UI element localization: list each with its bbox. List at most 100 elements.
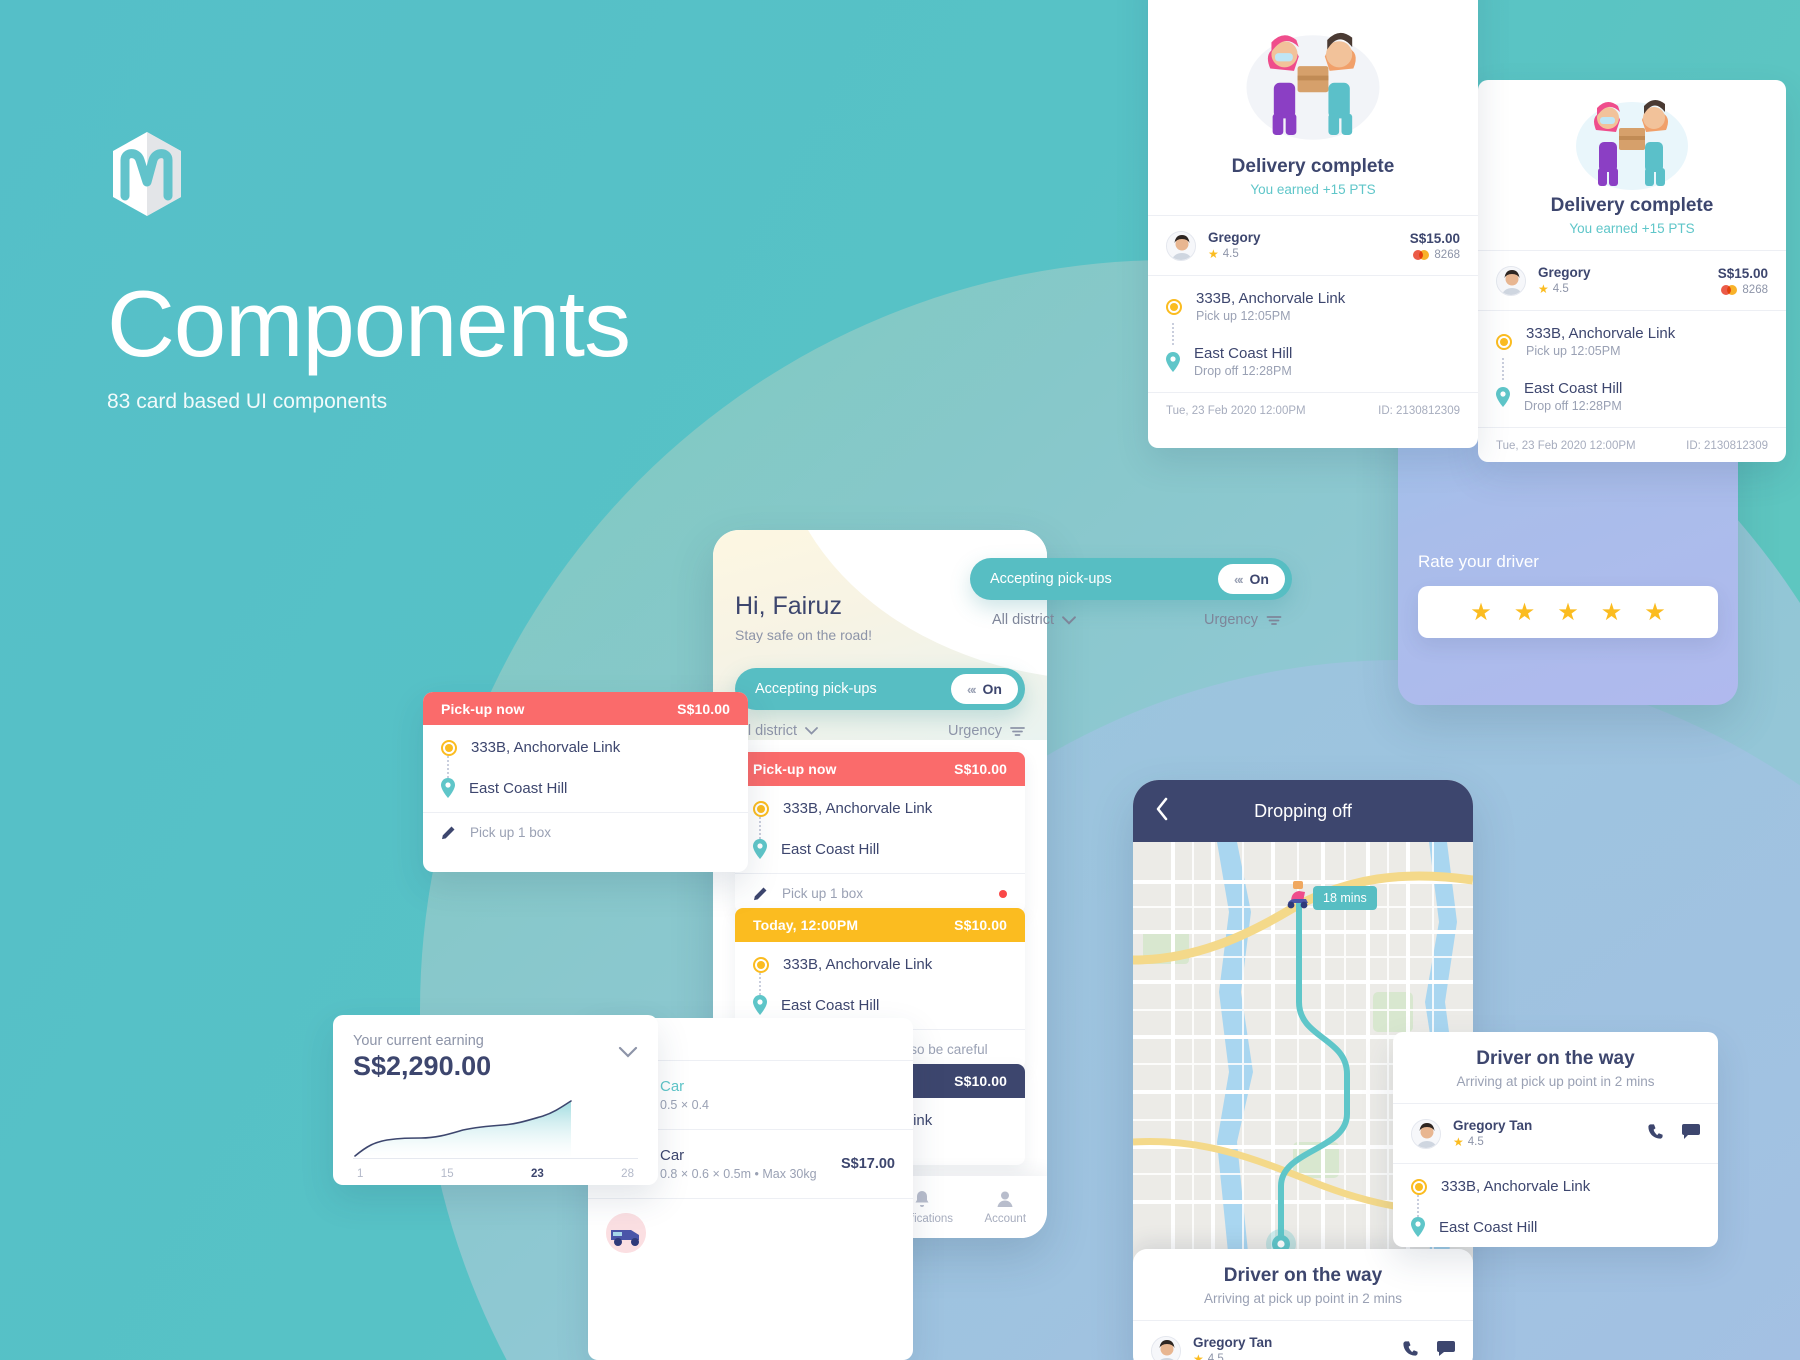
dropoff-address: East Coast Hill: [781, 996, 880, 1014]
dropping-off-navbar: Dropping off: [1133, 780, 1473, 842]
rate-driver-block: Rate your driver ★ ★ ★ ★ ★: [1418, 552, 1718, 638]
avatar: [1151, 1335, 1181, 1360]
pickup-address: 333B, Anchorvale Link: [471, 739, 621, 756]
driver-sheet-name: Gregory Tan: [1193, 1335, 1273, 1350]
route-dotted-line: [1172, 323, 1174, 345]
earnings-chart: [353, 1098, 638, 1160]
vehicle-spec: 0.5 × 0.4: [660, 1098, 709, 1112]
driver-summary-row[interactable]: Gregory ★ 4.5 S$15.00 8268: [1148, 216, 1478, 275]
delivery-illustration: [1148, 0, 1478, 156]
star-icon-3[interactable]: ★: [1557, 598, 1579, 627]
pickup-now-card[interactable]: Pick-up now S$10.00 333B, Anchorvale Lin…: [423, 692, 748, 872]
rating-value: 4.5: [1467, 1136, 1484, 1148]
driver-card-title: Driver on the way: [1476, 1048, 1635, 1069]
route-dotted-line: [447, 756, 449, 778]
alert-indicator-icon: [999, 889, 1007, 898]
driver-card-subtitle: Arriving at pick up point in 2 mins: [1456, 1074, 1655, 1089]
payment-method-secondary: 8268: [1718, 284, 1768, 296]
delivery-illustration-secondary: [1478, 80, 1786, 195]
trip-price: S$10.00: [954, 1073, 1007, 1089]
driver-card-rating: ★ 4.5: [1453, 1135, 1532, 1149]
rating-value: 4.5: [1552, 283, 1569, 295]
chat-icon[interactable]: [1437, 1340, 1455, 1360]
trip-amount-secondary: S$15.00: [1717, 265, 1768, 281]
phone-icon[interactable]: [1647, 1123, 1664, 1145]
star-icon: ★: [1453, 1135, 1464, 1149]
chevron-left-icon[interactable]: [1155, 797, 1169, 826]
star-icon-1[interactable]: ★: [1470, 598, 1492, 627]
pickup-dot-icon: [1496, 333, 1512, 350]
trip-id: ID: 2130812309: [1378, 405, 1460, 417]
toggle-state-label: On: [982, 681, 1002, 697]
card-last4: 8268: [1742, 283, 1768, 296]
pickup-dot-icon: [441, 739, 457, 756]
chevron-down-icon: [805, 727, 818, 735]
pencil-icon: [442, 826, 455, 840]
driver-sheet-title: Driver on the way: [1223, 1265, 1383, 1286]
star-icon-4[interactable]: ★: [1601, 598, 1623, 627]
chat-icon[interactable]: [1682, 1123, 1700, 1144]
eta-badge: 18 mins: [1313, 886, 1377, 910]
vehicle-row-3[interactable]: [588, 1199, 913, 1267]
pickup-now-header: Pick-up now S$10.00: [423, 692, 748, 725]
pickup-now-price: S$10.00: [677, 700, 730, 717]
route-summary: 333B, Anchorvale Link East Coast Hill: [423, 725, 748, 812]
route-summary: 333B, Anchorvale Link Pick up 12:05PM Ea…: [1148, 276, 1478, 392]
driver-on-the-way-card: Driver on the way Arriving at pick up po…: [1393, 1032, 1718, 1247]
delivery-complete-card-secondary: Delivery complete You earned +15 PTS Gre…: [1478, 80, 1786, 462]
chevron-left-double-icon: «‹: [1233, 571, 1243, 587]
driver-sheet-rating: ★ 4.5: [1193, 1352, 1272, 1360]
trip-price: S$10.00: [954, 761, 1007, 777]
star-icon: ★: [1208, 247, 1219, 261]
accepting-pickups-toggle[interactable]: Accepting pick-ups «‹ On: [735, 668, 1025, 710]
earnings-card[interactable]: Your current earning S$2,290.00 1 15 23 …: [333, 1015, 658, 1185]
earnings-area-chart: [353, 1100, 638, 1159]
earnings-expand-button[interactable]: [618, 1033, 638, 1063]
star-icon-5[interactable]: ★: [1644, 598, 1666, 627]
dropoff-pin-icon: [753, 995, 767, 1015]
scooter-marker-icon: [1285, 880, 1311, 910]
floating-toggle-label: Accepting pick-ups: [990, 571, 1112, 587]
phone-icon[interactable]: [1402, 1340, 1419, 1360]
rating-value: 4.5: [1207, 1353, 1224, 1360]
trip-card-now[interactable]: Pick-up now S$10.00 333B, Anchorvale Lin…: [735, 752, 1025, 913]
trip-header-label: Pick-up now: [753, 761, 837, 777]
hero-subtitle: 83 card based UI components: [107, 389, 388, 413]
dropoff-pin-icon: [753, 839, 767, 859]
trip-header-label: Today, 12:00PM: [753, 917, 859, 933]
trip-date-secondary: Tue, 23 Feb 2020 12:00PM: [1496, 440, 1636, 452]
star-icon-2[interactable]: ★: [1514, 598, 1536, 627]
rating-stars[interactable]: ★ ★ ★ ★ ★: [1418, 586, 1718, 638]
toggle-knob[interactable]: «‹ On: [950, 674, 1018, 704]
hero: Components 83 card based UI components: [107, 130, 631, 414]
dropoff-address: East Coast Hill: [1194, 345, 1293, 362]
accepting-pickups-label: Accepting pick-ups: [755, 681, 877, 697]
greeting-subtitle: Stay safe on the road!: [735, 627, 872, 643]
earnings-header: Your current earning S$2,290.00: [333, 1015, 658, 1082]
delivery-points-secondary: You earned +15 PTS: [1569, 221, 1695, 236]
floating-urgency-filter[interactable]: Urgency: [1204, 612, 1282, 628]
trip-amount: S$15.00: [1409, 230, 1460, 246]
axis-tick: 28: [621, 1168, 634, 1180]
floating-toggle-knob[interactable]: «‹ On: [1217, 564, 1285, 594]
dropoff-pin-icon: [1411, 1217, 1425, 1237]
pickup-time: Pick up 12:05PM: [1196, 309, 1291, 323]
payment-method: 8268: [1410, 249, 1460, 261]
pickup-dot-icon: [1166, 298, 1182, 315]
avatar: [1496, 265, 1526, 296]
mastercard-icon: [1413, 249, 1430, 260]
axis-tick-highlighted: 23: [530, 1168, 544, 1180]
avatar: [1411, 1118, 1441, 1149]
floating-district-filter[interactable]: All district: [992, 612, 1076, 628]
floating-accepting-pickups-toggle[interactable]: Accepting pick-ups «‹ On: [970, 558, 1292, 600]
driver-rating: ★ 4.5: [1208, 247, 1261, 261]
pickup-note: Pick up 1 box: [470, 825, 552, 840]
pickup-address-secondary: 333B, Anchorvale Link: [1526, 325, 1676, 342]
chevron-down-icon: [1062, 615, 1076, 625]
pickup-address: 333B, Anchorvale Link: [1441, 1178, 1591, 1195]
star-icon: ★: [1538, 282, 1549, 296]
floating-filter-bar: All district Urgency: [992, 612, 1282, 628]
tab-account[interactable]: Account: [964, 1189, 1048, 1225]
urgency-filter[interactable]: Urgency: [948, 723, 1025, 739]
dropoff-address: East Coast Hill: [781, 840, 880, 858]
